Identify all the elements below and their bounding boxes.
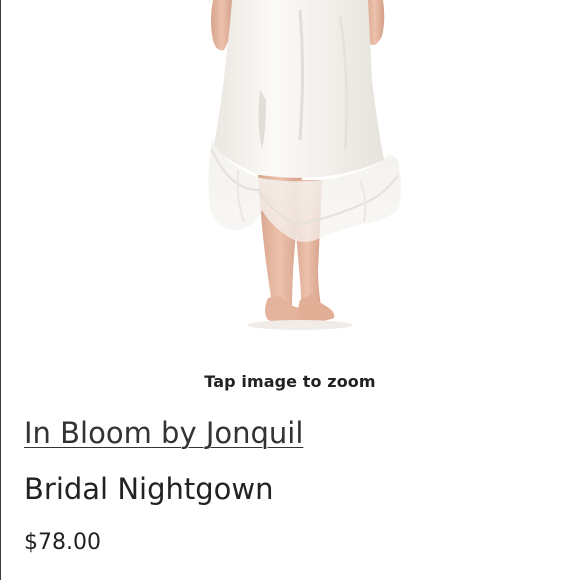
- product-photo-illustration: [208, 0, 401, 330]
- product-page: Tap image to zoom In Bloom by Jonquil Br…: [0, 0, 580, 580]
- product-price: $78.00: [24, 530, 101, 555]
- brand-link[interactable]: In Bloom by Jonquil: [24, 416, 303, 450]
- product-title: Bridal Nightgown: [24, 472, 274, 506]
- tap-to-zoom-hint: Tap image to zoom: [204, 372, 376, 391]
- product-image[interactable]: [0, 0, 580, 345]
